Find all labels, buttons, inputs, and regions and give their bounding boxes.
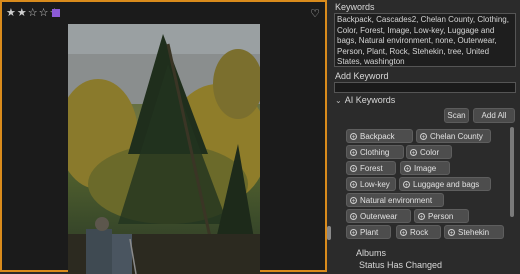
keywords-textarea[interactable]: Backpack, Cascades2, Chelan County, Clot… bbox=[334, 13, 516, 67]
viewer-scrollbar[interactable] bbox=[327, 226, 331, 240]
ai-keyword-chips: + Backpack + Chelan County + Clothing + Colo… bbox=[344, 127, 512, 247]
keywords-panel: Keywords Backpack, Cascades2, Chelan Cou… bbox=[332, 0, 520, 272]
plus-icon: + bbox=[400, 228, 407, 237]
plus-icon: + bbox=[418, 212, 425, 221]
chip-plant[interactable]: + Plant bbox=[346, 225, 391, 239]
photo-viewer: ★ ★ ☆ ☆ ☆ ♡ bbox=[0, 0, 327, 274]
chip-forest[interactable]: + Forest bbox=[346, 161, 396, 175]
keywords-title: Keywords bbox=[335, 2, 375, 12]
chip-rock[interactable]: + Rock bbox=[396, 225, 441, 239]
albums-label[interactable]: Albums bbox=[356, 248, 386, 258]
ai-keywords-header[interactable]: ⌄ AI Keywords bbox=[335, 95, 395, 105]
chip-stehekin[interactable]: + Stehekin bbox=[444, 225, 504, 239]
plus-icon: + bbox=[350, 132, 357, 141]
plus-icon: + bbox=[403, 180, 410, 189]
ai-keywords-title: AI Keywords bbox=[344, 95, 396, 105]
plus-icon: + bbox=[404, 164, 411, 173]
add-keyword-input[interactable] bbox=[334, 82, 516, 93]
add-keyword-label: Add Keyword bbox=[335, 71, 389, 81]
plus-icon: + bbox=[420, 132, 427, 141]
color-label-swatch[interactable] bbox=[52, 9, 60, 17]
plus-icon: + bbox=[350, 148, 357, 157]
plus-icon: + bbox=[410, 148, 417, 157]
chip-chelan-county[interactable]: + Chelan County bbox=[416, 129, 491, 143]
plus-icon: + bbox=[350, 228, 357, 237]
plus-icon: + bbox=[350, 212, 357, 221]
heart-icon[interactable]: ♡ bbox=[310, 7, 320, 20]
plus-icon: + bbox=[350, 164, 357, 173]
star-filled-icon[interactable]: ★ bbox=[6, 8, 16, 19]
chip-backpack[interactable]: + Backpack bbox=[346, 129, 413, 143]
chip-low-key[interactable]: + Low-key bbox=[346, 177, 396, 191]
star-empty-icon[interactable]: ☆ bbox=[28, 8, 38, 19]
star-empty-icon[interactable]: ☆ bbox=[39, 8, 49, 19]
chips-scrollbar[interactable] bbox=[510, 127, 514, 217]
chip-clothing[interactable]: + Clothing bbox=[346, 145, 404, 159]
chip-luggage-and-bags[interactable]: + Luggage and bags bbox=[399, 177, 491, 191]
star-filled-icon[interactable]: ★ bbox=[17, 8, 27, 19]
chip-color[interactable]: + Color bbox=[406, 145, 452, 159]
chip-image[interactable]: + Image bbox=[400, 161, 450, 175]
chip-person[interactable]: + Person bbox=[414, 209, 469, 223]
plus-icon: + bbox=[350, 196, 357, 205]
plus-icon: + bbox=[350, 180, 357, 189]
plus-icon: + bbox=[448, 228, 455, 237]
chevron-down-icon[interactable]: ⌄ bbox=[335, 96, 342, 105]
status-label: Status Has Changed bbox=[359, 260, 443, 270]
add-all-button[interactable]: Add All bbox=[473, 108, 515, 123]
scan-button[interactable]: Scan bbox=[444, 108, 469, 123]
photo-image bbox=[68, 24, 260, 274]
chip-outerwear[interactable]: + Outerwear bbox=[346, 209, 411, 223]
chip-natural-environment[interactable]: + Natural environment bbox=[346, 193, 444, 207]
